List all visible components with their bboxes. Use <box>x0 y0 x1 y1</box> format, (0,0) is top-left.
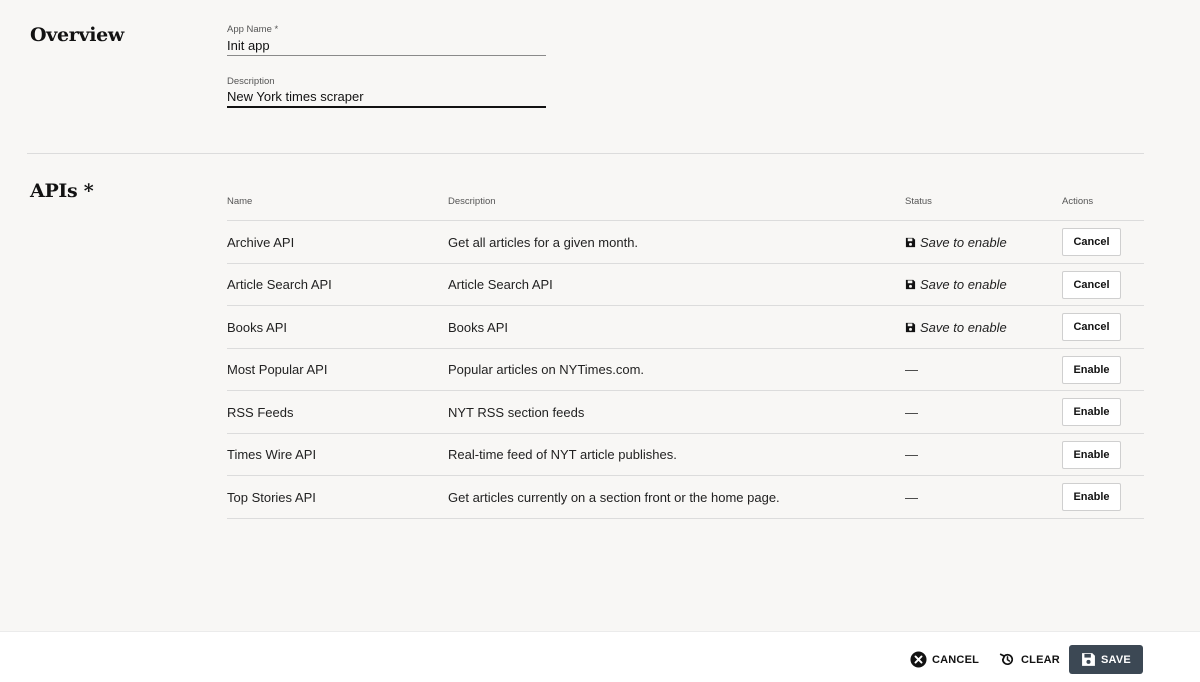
api-action-cell: Enable <box>1062 349 1121 391</box>
api-status-text: Save to enable <box>920 319 1007 335</box>
table-row: Books API Books API Save to enable Cance… <box>227 306 1144 349</box>
api-status: Save to enable <box>905 221 1007 263</box>
api-action-cell: Cancel <box>1062 306 1121 348</box>
save-button[interactable]: SAVE <box>1069 645 1143 674</box>
app-name-label: App Name * <box>227 24 279 35</box>
form-footer: CANCEL CLEAR SAVE <box>0 631 1200 682</box>
undo-icon <box>999 653 1014 666</box>
enable-api-button[interactable]: Enable <box>1062 440 1121 469</box>
floppy-disk-icon <box>905 237 916 247</box>
table-row: RSS Feeds NYT RSS section feeds — Enable <box>227 391 1144 434</box>
api-action-cell: Cancel <box>1062 264 1121 306</box>
app-name-field: App Name * <box>227 24 546 56</box>
floppy-disk-icon <box>905 279 916 290</box>
api-description: Article Search API <box>448 277 553 292</box>
api-name: Top Stories API <box>227 489 316 505</box>
api-status: — <box>905 476 918 518</box>
api-description: Get all articles for a given month. <box>448 234 639 250</box>
api-description: Real-time feed of NYT article publishes. <box>448 447 677 462</box>
column-header-actions: Actions <box>1062 196 1094 207</box>
floppy-disk-icon <box>905 322 916 332</box>
section-divider <box>27 153 1144 154</box>
table-row: Archive API Get all articles for a given… <box>227 221 1144 264</box>
column-header-name: Name <box>227 196 253 207</box>
api-action-cell: Enable <box>1062 434 1121 476</box>
api-name: Archive API <box>227 234 295 250</box>
api-status-text: — <box>905 489 918 505</box>
column-header-description: Description <box>448 196 496 207</box>
api-status-text: Save to enable <box>920 277 1007 292</box>
floppy-disk-icon <box>1082 653 1095 666</box>
api-status: Save to enable <box>905 306 1007 348</box>
api-name: RSS Feeds <box>227 404 294 420</box>
enable-api-button[interactable]: Enable <box>1062 398 1121 426</box>
api-description: Get articles currently on a section fron… <box>448 489 780 505</box>
description-input[interactable] <box>227 88 546 108</box>
clear-button[interactable]: CLEAR <box>999 645 1060 674</box>
api-name: Article Search API <box>227 277 332 292</box>
close-circle-icon <box>910 651 927 668</box>
api-status-text: — <box>905 447 918 462</box>
api-description: NYT RSS section feeds <box>448 404 585 420</box>
cancel-api-button[interactable]: Cancel <box>1062 270 1121 299</box>
enable-api-button[interactable]: Enable <box>1062 355 1121 384</box>
api-name: Most Popular API <box>227 362 328 377</box>
table-header: Name Description Status Actions <box>227 186 1144 221</box>
clear-button-label: CLEAR <box>1021 653 1060 666</box>
table-row: Times Wire API Real-time feed of NYT art… <box>227 434 1144 476</box>
table-row: Top Stories API Get articles currently o… <box>227 476 1144 519</box>
api-status: — <box>905 434 918 476</box>
overview-title: Overview <box>30 24 124 46</box>
cancel-api-button[interactable]: Cancel <box>1062 313 1121 341</box>
api-action-cell: Enable <box>1062 391 1121 433</box>
api-status: — <box>905 349 918 391</box>
enable-api-button[interactable]: Enable <box>1062 483 1121 511</box>
api-action-cell: Cancel <box>1062 221 1121 263</box>
api-name: Times Wire API <box>227 447 317 462</box>
api-status-text: — <box>905 362 918 377</box>
save-button-label: SAVE <box>1101 653 1131 666</box>
api-status: — <box>905 391 918 433</box>
table-row: Article Search API Article Search API Sa… <box>227 264 1144 306</box>
api-status: Save to enable <box>905 264 1007 306</box>
apis-table: Name Description Status Actions Archive … <box>227 186 1144 519</box>
api-name: Books API <box>227 319 287 335</box>
apis-title: APIs * <box>30 180 94 202</box>
table-row: Most Popular API Popular articles on NYT… <box>227 349 1144 391</box>
api-description: Books API <box>448 319 508 335</box>
api-description: Popular articles on NYTimes.com. <box>448 362 645 377</box>
app-name-input[interactable] <box>227 36 546 56</box>
api-action-cell: Enable <box>1062 476 1121 518</box>
description-label: Description <box>227 76 275 87</box>
api-status-text: Save to enable <box>920 234 1007 250</box>
api-status-text: — <box>905 404 918 420</box>
app-settings-page: Overview App Name * Description APIs * N… <box>0 0 1200 682</box>
cancel-button-label: CANCEL <box>932 653 980 666</box>
description-field: Description <box>227 76 546 108</box>
overview-section: Overview App Name * Description <box>0 0 1200 153</box>
cancel-button[interactable]: CANCEL <box>910 645 979 674</box>
column-header-status: Status <box>905 196 932 207</box>
cancel-api-button[interactable]: Cancel <box>1062 228 1121 256</box>
